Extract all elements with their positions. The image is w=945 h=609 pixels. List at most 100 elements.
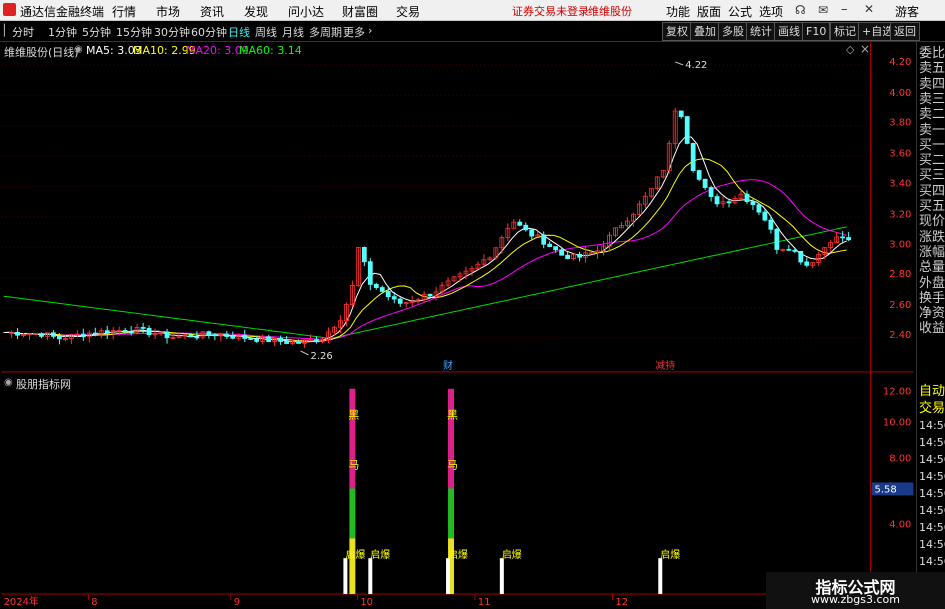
fire-label: 启爆 [370, 548, 390, 561]
trade-time: 14:56 [919, 521, 945, 534]
draw-line-button[interactable]: 画线 [774, 22, 804, 41]
sidebar-lower-label: 自动 [919, 384, 945, 399]
candle-body [224, 334, 230, 337]
candle-body [744, 193, 750, 202]
event-label-finance[interactable]: 财 [443, 359, 453, 372]
candle-body [57, 335, 62, 340]
y-tick: 2.40 [889, 330, 911, 341]
period-tick[interactable]: 分时 [12, 24, 34, 40]
diamond-icon[interactable]: ◇ [846, 43, 854, 56]
candle-body [15, 331, 20, 336]
high-label: 4.22 [685, 60, 707, 71]
period-1min[interactable]: 1分钟 [48, 24, 77, 40]
close-icon[interactable]: ✕ [864, 2, 874, 16]
menu-trade[interactable]: 交易 [396, 3, 420, 20]
event-label-reduce[interactable]: 减持 [655, 359, 675, 372]
sidebar-item: 买三 [919, 168, 945, 184]
signal-label-horse: 马 [447, 458, 458, 471]
period-5min[interactable]: 5分钟 [82, 24, 111, 40]
y-tick: 3.60 [889, 149, 911, 160]
candle-body [684, 116, 690, 144]
candle-body [104, 330, 110, 334]
kline-chart[interactable]: 黑马黑马启爆 启爆 启爆 启爆 启爆 4.20 4.00 3.80 3.60 3.40 … [0, 42, 915, 607]
period-daily[interactable]: 日线 [228, 24, 250, 40]
candle-body [708, 187, 714, 197]
sidebar-item: 现价 [919, 214, 945, 230]
stock-title[interactable]: 维维股份(日线) [4, 44, 79, 60]
sidebar-item: 卖五 [919, 61, 945, 77]
settings-circle-icon[interactable]: ◉ [74, 44, 83, 55]
y-tick: 3.00 [889, 239, 911, 250]
sidebar-item: 换手 [919, 290, 945, 306]
guest-label[interactable]: 游客 [895, 3, 919, 20]
period-30min[interactable]: 30分钟 [154, 24, 190, 40]
menu-formula[interactable]: 公式 [728, 3, 752, 20]
menu-function[interactable]: 功能 [666, 3, 690, 20]
fire-label: 启爆 [502, 548, 522, 561]
candle-body [696, 170, 702, 180]
login-warning[interactable]: 证券交易未登录 [512, 3, 589, 19]
x-label: 2024年 [4, 595, 39, 607]
menu-ask[interactable]: 问小达 [288, 3, 324, 20]
stock-link[interactable]: 维维股份 [588, 3, 632, 19]
fire-bar [446, 558, 451, 595]
y-tick: 2.60 [889, 300, 911, 311]
period-60min[interactable]: 60分钟 [191, 24, 227, 40]
candle-body [164, 331, 170, 339]
f10-button[interactable]: F10 [802, 22, 831, 41]
period-more[interactable]: 更多 [343, 24, 365, 40]
menu-news[interactable]: 资讯 [200, 3, 224, 20]
y-tick: 2.80 [889, 269, 911, 280]
candle-body [714, 196, 720, 205]
close-pane-icon[interactable]: × [860, 42, 870, 56]
signal-label-horse: 马 [348, 458, 359, 471]
multi-stock-button[interactable]: 多股 [718, 22, 748, 41]
fire-label: 启爆 [345, 548, 365, 561]
menu-discover[interactable]: 发现 [244, 3, 268, 20]
menu-market[interactable]: 市场 [156, 3, 180, 20]
candle-body [762, 211, 768, 221]
menu-wealth[interactable]: 财富圈 [342, 3, 378, 20]
signal-bar-magenta [448, 388, 455, 489]
period-monthly[interactable]: 月线 [282, 24, 304, 40]
chevron-right-icon[interactable]: › [368, 24, 372, 37]
period-toolbar: ▏ 分时 1分钟 5分钟 15分钟 30分钟 60分钟 日线 周线 月线 多周期… [0, 21, 945, 42]
fire-bar [343, 558, 348, 595]
candle-body [553, 246, 559, 251]
x-label: 9 [234, 597, 240, 607]
overlay-button[interactable]: 叠加 [690, 22, 720, 41]
indicator-settings-icon[interactable]: ◉ [4, 377, 13, 388]
stats-button[interactable]: 统计 [746, 22, 776, 41]
message-icon[interactable]: ✉ [818, 3, 828, 17]
candle-body [206, 331, 212, 335]
period-weekly[interactable]: 周线 [255, 24, 277, 40]
ma20-line [3, 179, 847, 340]
minimize-icon[interactable]: – [841, 2, 848, 17]
ma-lines [3, 136, 847, 343]
menu-layout[interactable]: 版面 [697, 3, 721, 20]
period-15min[interactable]: 15分钟 [116, 24, 152, 40]
period-multi[interactable]: 多周期 [309, 24, 342, 40]
candle-body [792, 249, 798, 252]
menu-options[interactable]: 选项 [759, 3, 783, 20]
indicator-title[interactable]: 股朋指标网 [16, 376, 71, 392]
back-button[interactable]: 返回 [890, 22, 920, 41]
trade-time: 14:56 [919, 453, 945, 466]
candle-body [373, 283, 379, 288]
fire-bar [499, 558, 504, 595]
trade-time: 14:56 [919, 436, 945, 449]
candle-body [254, 338, 260, 342]
trade-time: 14:56 [919, 487, 945, 500]
candle-body [51, 332, 56, 337]
sidebar-item: 外盘 [919, 275, 945, 291]
headset-icon[interactable]: ☊ [795, 3, 806, 17]
candle-body [427, 293, 433, 297]
signal-bar-magenta [349, 388, 356, 489]
adjust-button[interactable]: 复权 [662, 22, 692, 41]
mark-button[interactable]: 标记 [830, 22, 860, 41]
candle-body [750, 201, 756, 206]
menu-quotes[interactable]: 行情 [112, 3, 136, 20]
fire-label: 启爆 [448, 548, 468, 561]
y-tick: 3.20 [889, 209, 911, 220]
x-label: 11 [478, 597, 491, 607]
